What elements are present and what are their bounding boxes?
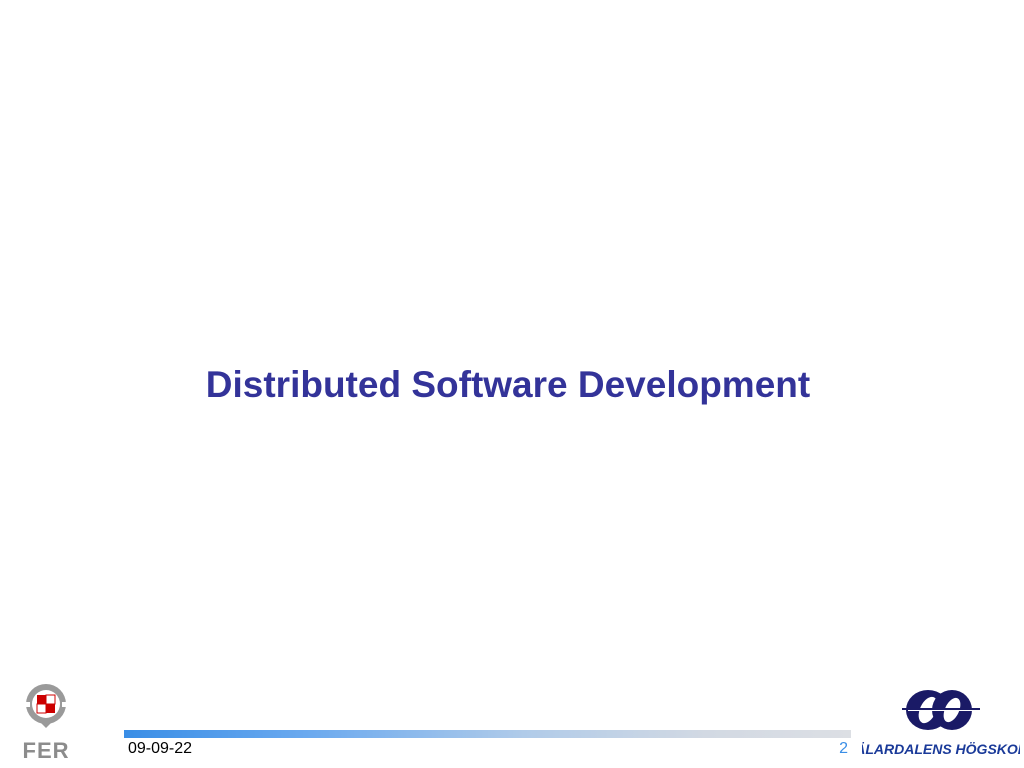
slide-title: Distributed Software Development bbox=[205, 364, 811, 405]
footer-date: 09-09-22 bbox=[128, 740, 193, 757]
fer-logo: FER bbox=[18, 682, 78, 763]
mdh-logo-text: MÄLARDALENS HÖGSKOLA bbox=[862, 741, 1020, 757]
fer-emblem-icon: FER bbox=[22, 684, 70, 763]
mdh-emblem-icon: MÄLARDALENS HÖGSKOLA bbox=[844, 690, 1024, 757]
mdh-logo: MÄLARDALENS HÖGSKOLA bbox=[844, 684, 1024, 764]
slide: Distributed Software Development FER 09-… bbox=[0, 0, 1024, 768]
page-number: 2 bbox=[839, 740, 848, 757]
fer-logo-text: FER bbox=[23, 738, 70, 762]
footer-gradient-bar bbox=[124, 730, 851, 738]
